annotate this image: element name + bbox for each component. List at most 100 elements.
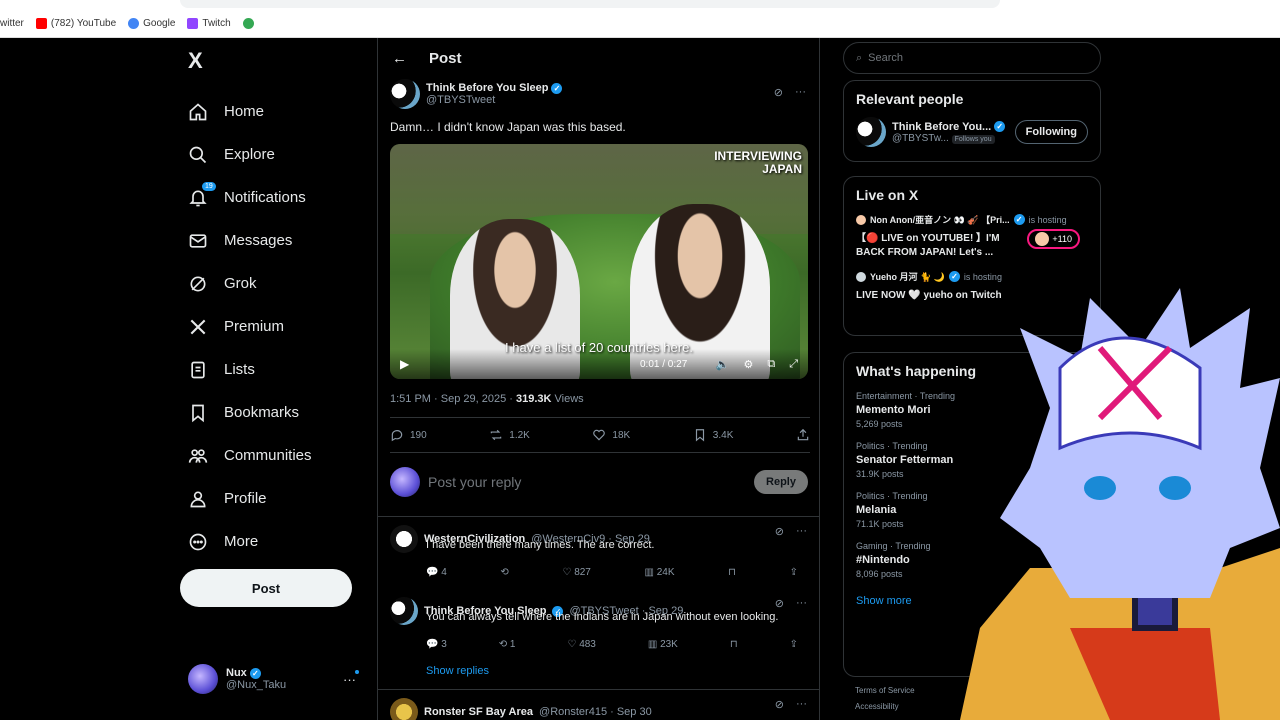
footer-link[interactable]: Terms of Service	[855, 683, 915, 699]
list-item[interactable]: Ronster SF Bay Area @Ronster415 · Sep 30…	[378, 689, 819, 720]
bookmark-youtube[interactable]: (782) YouTube	[35, 17, 116, 29]
following-button[interactable]: Following	[1014, 120, 1088, 144]
relevant-person[interactable]: Think Before You... ✓ @TBYSTw... Follows …	[856, 117, 1088, 147]
video-controls: ▶ 0:01 / 0:27 🔈 ⚙ ⧉ ⤢	[390, 349, 808, 379]
back-arrow-icon[interactable]: ←	[392, 50, 407, 67]
reply-button[interactable]: Reply	[754, 470, 808, 494]
tweet-author: Think Before You Sleep ✓ @TBYSTweet ⊘ ···	[390, 78, 810, 110]
repost-action[interactable]: ⟲ 1	[499, 639, 516, 650]
show-replies-link[interactable]: Show replies	[378, 661, 819, 689]
nav-item-grok[interactable]: Grok	[188, 262, 312, 305]
reply-action[interactable]: 190	[390, 428, 427, 442]
bookmark-icon[interactable]: ⊓	[728, 567, 736, 578]
avatar[interactable]	[856, 117, 886, 147]
like-action[interactable]: 18K	[592, 428, 630, 442]
nav-item-bookmarks[interactable]: Bookmarks	[188, 391, 312, 434]
bookmark-twitch[interactable]: Twitch	[187, 17, 231, 29]
volume-icon[interactable]: 🔈	[716, 358, 730, 371]
live-item[interactable]: Non Anon/亜音ノン 👀 🎻 【Pri... ✓ is hosting 【🔴 …	[856, 213, 1088, 260]
nav-item-profile[interactable]: Profile	[188, 477, 312, 520]
views-label: Views	[551, 393, 584, 405]
share-icon[interactable]: ⇪	[790, 639, 798, 650]
share-action[interactable]	[796, 428, 810, 442]
views-action[interactable]: ▥ 23K	[648, 639, 678, 650]
views-action[interactable]: ▥ 24K	[645, 567, 675, 578]
nav-label: Notifications	[224, 189, 306, 206]
reply-list: WesternCivilization @WesternCiv9 · Sep 2…	[378, 516, 819, 720]
person-icon	[190, 491, 206, 507]
nav-item-notifications[interactable]: 19 Notifications	[188, 176, 312, 219]
reply-input[interactable]: Post your reply	[428, 474, 746, 490]
grok-icon[interactable]: ⊘	[775, 698, 784, 711]
avatar[interactable]	[390, 79, 420, 109]
more-dots-icon[interactable]: ···	[796, 597, 807, 610]
play-icon[interactable]: ▶	[400, 357, 409, 371]
bookmark-google-2[interactable]	[242, 17, 254, 29]
account-switcher[interactable]: Nux ✓ @Nux_Taku ···	[188, 664, 368, 694]
nav-item-communities[interactable]: Communities	[188, 434, 312, 477]
avatar[interactable]	[390, 698, 418, 720]
nav-item-explore[interactable]: Explore	[188, 133, 312, 176]
search-input[interactable]: ⌕ Search	[843, 42, 1101, 74]
share-icon[interactable]: ⇪	[790, 567, 798, 578]
bookmark-action[interactable]: 3.4K	[693, 428, 734, 442]
more-dots-icon[interactable]: ···	[796, 525, 807, 538]
pip-icon[interactable]: ⧉	[767, 358, 775, 371]
avatar[interactable]	[390, 597, 418, 625]
nav-item-messages[interactable]: Messages	[188, 219, 312, 262]
live-count-pill[interactable]: +110	[1027, 229, 1080, 249]
tweet-video[interactable]: INTERVIEWING JAPAN I have a list of 20 c…	[390, 144, 808, 379]
address-bar[interactable]	[180, 0, 1000, 8]
follows-you-badge: Follows you	[951, 134, 995, 144]
person-name-text: Think Before You...	[892, 120, 992, 133]
more-circle-icon	[189, 533, 207, 550]
reply-author-handle[interactable]: @Ronster415 · Sep 30	[539, 706, 652, 718]
more-dots-icon[interactable]: ···	[343, 672, 356, 687]
post-button[interactable]: Post	[180, 569, 352, 607]
nav-item-more[interactable]: More	[188, 520, 312, 563]
like-action[interactable]: ♡ 483	[567, 639, 595, 650]
x-logo-icon[interactable]: X	[188, 48, 203, 74]
card-title: Live on X	[856, 187, 919, 203]
nav-list: Home Explore 19 Notifications Messages G…	[188, 90, 312, 563]
person-handle-row: @TBYSTw... Follows you	[892, 133, 1005, 144]
repost-action[interactable]: 1.2K	[489, 428, 530, 442]
settings-icon[interactable]: ⚙	[743, 358, 753, 371]
like-action[interactable]: ♡ 827	[562, 567, 590, 578]
host-name: Yueho 月河 🐈 🌙	[870, 272, 945, 282]
grok-icon[interactable]: ⊘	[774, 86, 783, 99]
grok-icon[interactable]: ⊘	[775, 597, 784, 610]
footer-link[interactable]: Accessibility	[855, 699, 915, 715]
bookmarks-bar: witter (782) YouTube Google Twitch	[0, 14, 254, 32]
reply-action[interactable]: 💬 3	[426, 639, 447, 650]
bookmark-count: 3.4K	[712, 429, 734, 441]
tweet-timestamp[interactable]: 1:51 PM · Sep 29, 2025 ·	[390, 393, 516, 405]
nav-item-lists[interactable]: Lists	[188, 348, 312, 391]
nav-item-premium[interactable]: Premium	[188, 305, 312, 348]
nav-label: More	[224, 533, 259, 550]
fullscreen-icon[interactable]: ⤢	[789, 358, 798, 371]
list-item[interactable]: WesternCivilization @WesternCiv9 · Sep 2…	[378, 517, 819, 589]
nav-item-home[interactable]: Home	[188, 90, 312, 133]
reply-author-name[interactable]: Ronster SF Bay Area	[424, 706, 533, 718]
google-icon	[242, 17, 254, 29]
relevant-people-card: Relevant people Think Before You... ✓ @TB…	[843, 80, 1101, 162]
list-item[interactable]: Think Before You Sleep ✓ @TBYSTweet · Se…	[378, 589, 819, 661]
people-icon	[188, 448, 208, 463]
avatar[interactable]	[390, 525, 418, 553]
youtube-icon	[35, 17, 47, 29]
bookmark-google[interactable]: Google	[128, 17, 175, 29]
divider	[390, 452, 810, 453]
more-dots-icon[interactable]: ···	[796, 698, 807, 711]
repost-action[interactable]: ⟲	[500, 567, 508, 578]
author-name[interactable]: Think Before You Sleep ✓	[426, 82, 563, 94]
reply-action[interactable]: 💬 4	[426, 567, 447, 578]
more-dots-icon[interactable]: ···	[795, 86, 806, 99]
avatar	[1035, 232, 1050, 246]
person-handle: @TBYSTw...	[892, 132, 949, 144]
bookmark-twitter[interactable]: witter	[0, 18, 24, 29]
author-handle[interactable]: @TBYSTweet	[426, 94, 562, 106]
video-time: 0:01 / 0:27	[640, 358, 688, 370]
bookmark-icon[interactable]: ⊓	[730, 639, 738, 650]
grok-icon[interactable]: ⊘	[775, 525, 784, 538]
